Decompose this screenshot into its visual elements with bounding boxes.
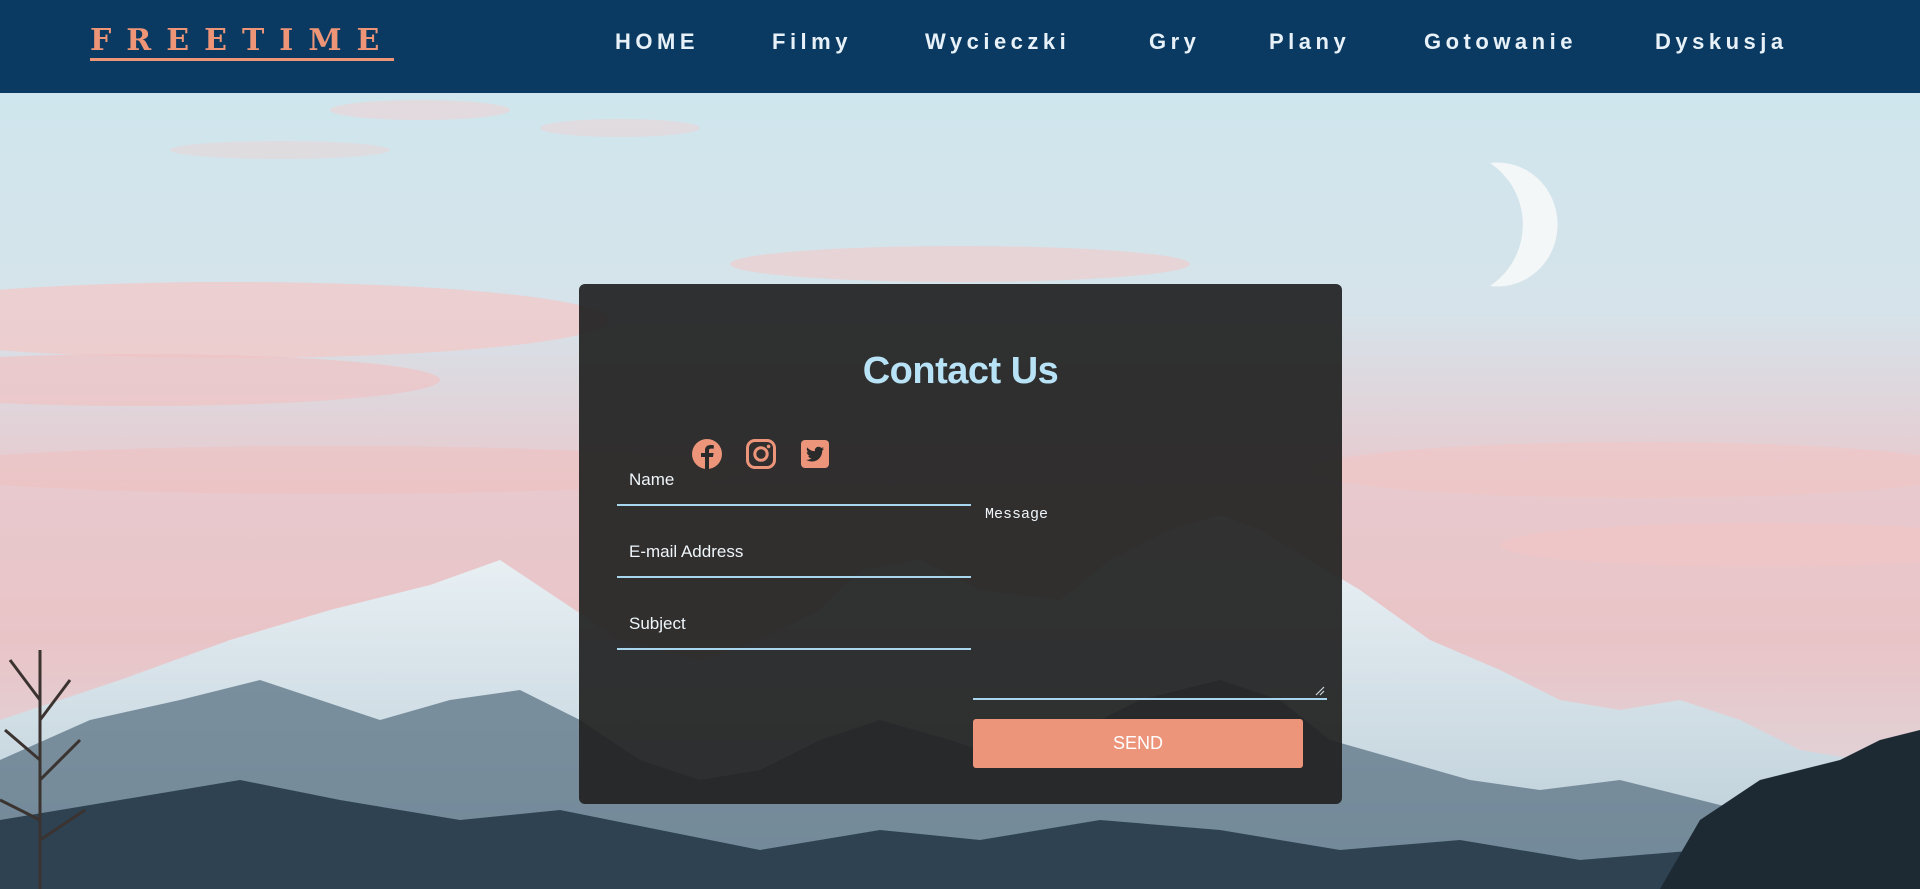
nav-item-dyskusja[interactable]: Dyskusja — [1655, 29, 1788, 55]
name-field[interactable]: Name — [617, 456, 971, 506]
contact-form-card: Contact Us Name E-mail Address Subject M… — [579, 284, 1342, 804]
email-placeholder: E-mail Address — [629, 542, 744, 561]
nav-item-home[interactable]: HOME — [615, 29, 699, 55]
subject-field[interactable]: Subject — [617, 600, 971, 650]
main-nav: HOME Filmy Wycieczki Gry Plany Gotowanie… — [0, 29, 1920, 69]
nav-item-gry[interactable]: Gry — [1149, 29, 1200, 55]
nav-item-wycieczki[interactable]: Wycieczki — [925, 29, 1070, 55]
name-placeholder: Name — [629, 470, 675, 489]
nav-item-filmy[interactable]: Filmy — [772, 29, 852, 55]
email-field[interactable]: E-mail Address — [617, 528, 971, 578]
resize-handle-icon[interactable] — [1313, 684, 1325, 696]
send-button[interactable]: SEND — [973, 719, 1303, 768]
top-navigation-bar: FREETIME HOME Filmy Wycieczki Gry Plany … — [0, 0, 1920, 93]
message-placeholder: Message — [985, 506, 1049, 523]
nav-item-gotowanie[interactable]: Gotowanie — [1424, 29, 1577, 55]
message-textarea[interactable]: Message — [973, 506, 1327, 700]
contact-title: Contact Us — [862, 350, 1059, 392]
subject-placeholder: Subject — [629, 614, 686, 633]
nav-item-plany[interactable]: Plany — [1269, 29, 1350, 55]
